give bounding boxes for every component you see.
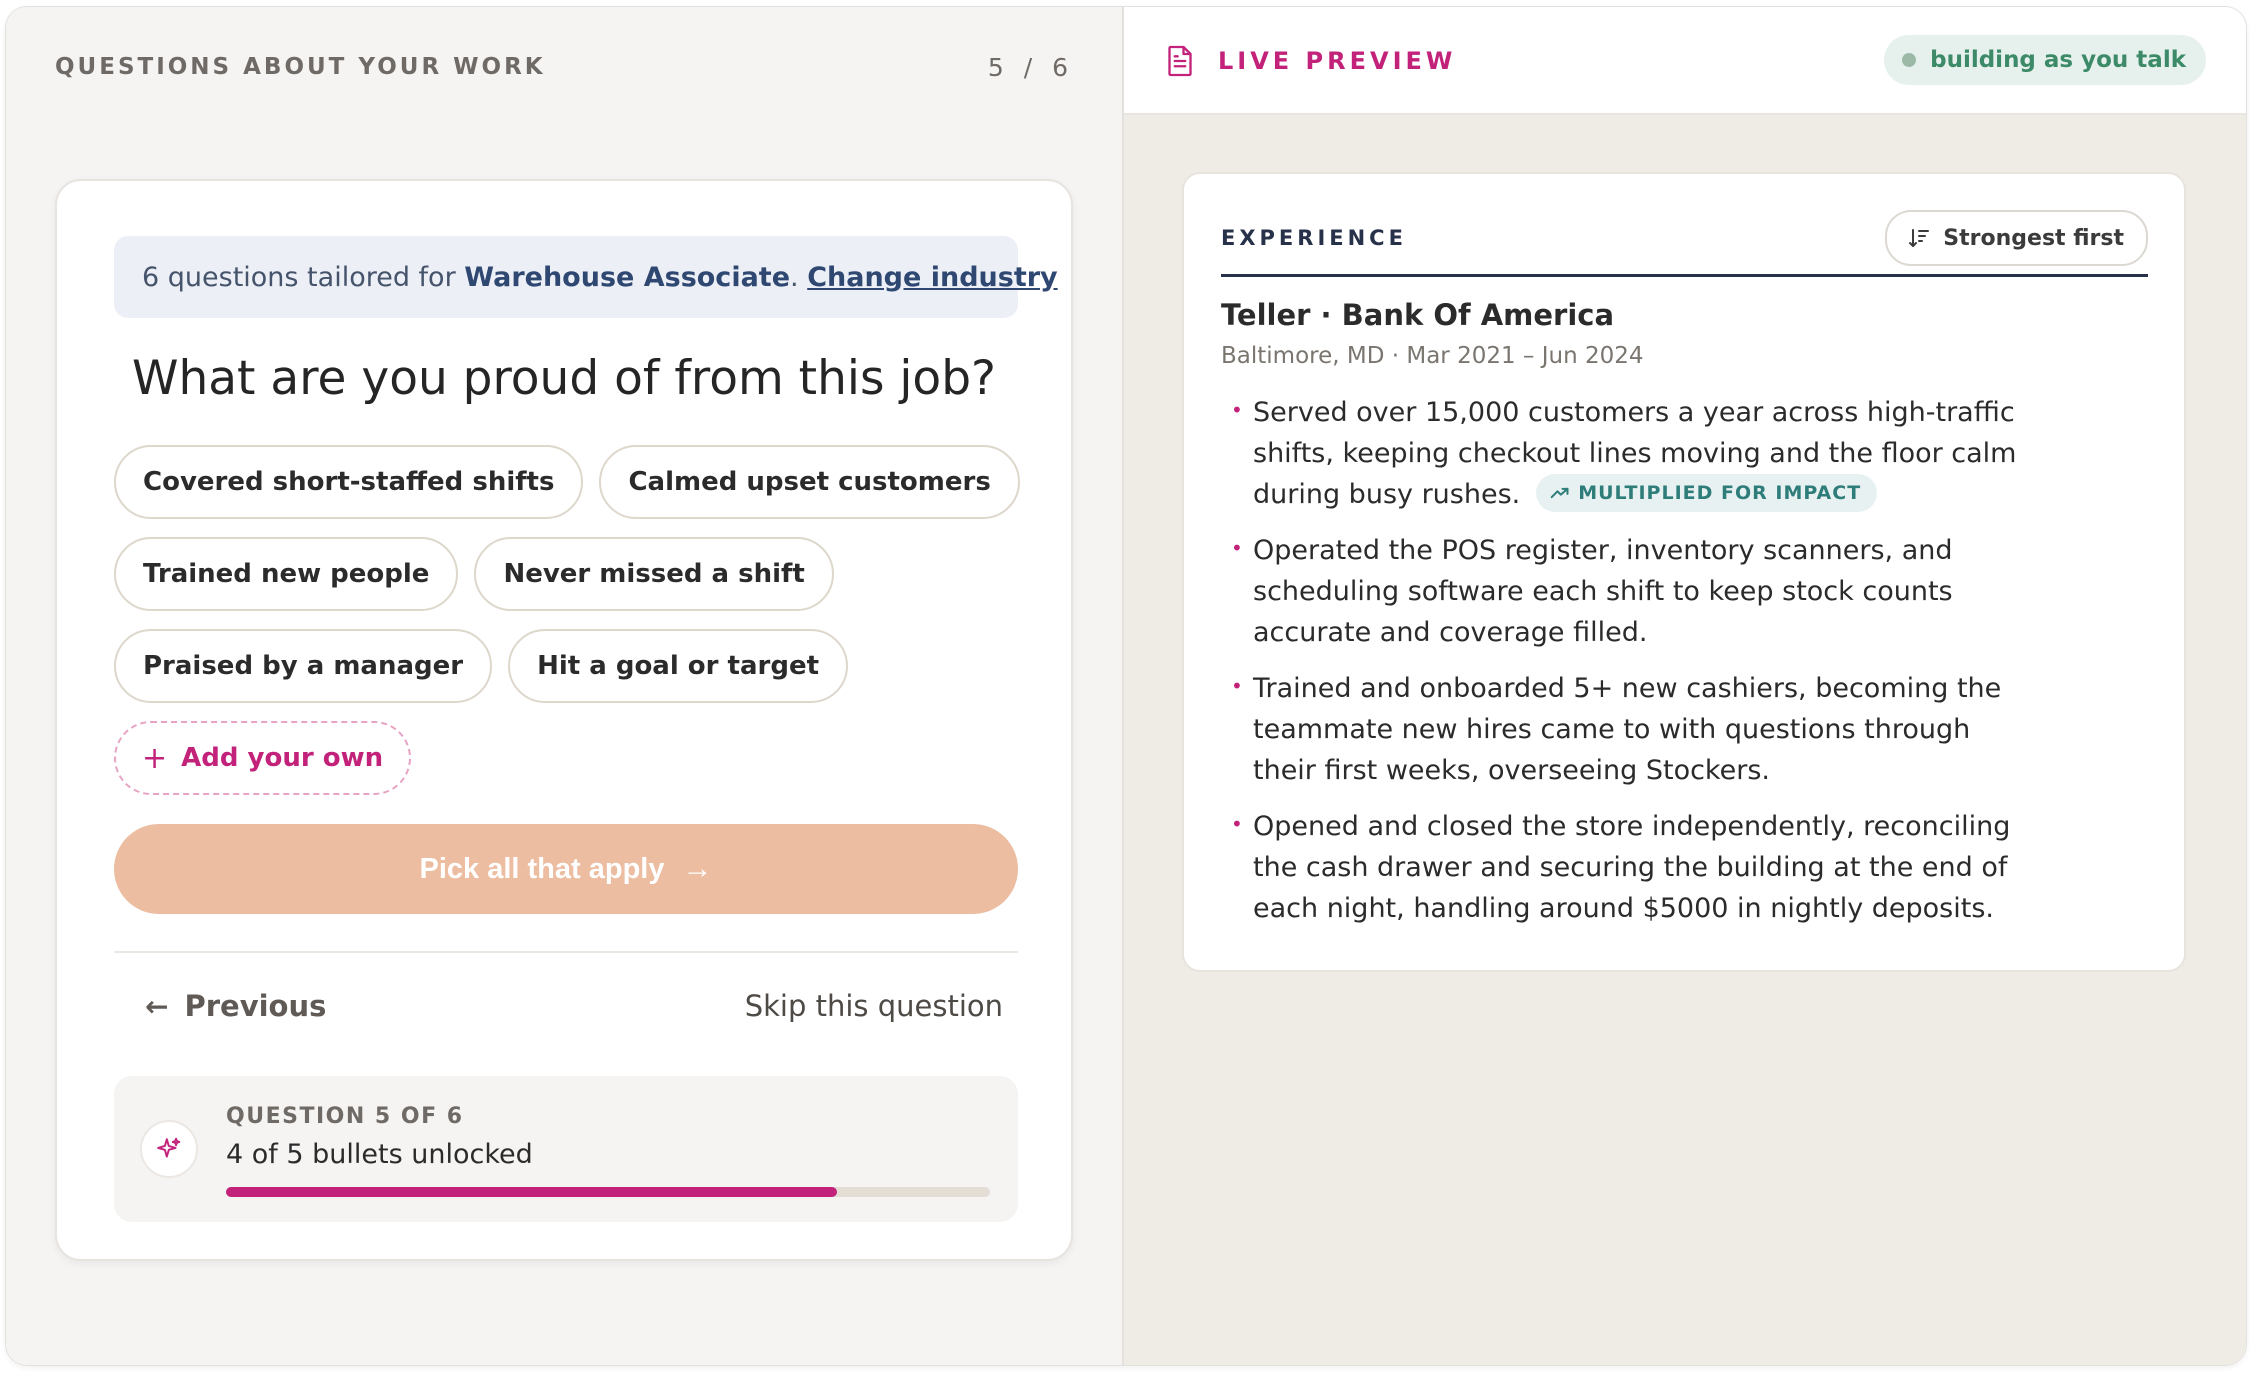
question-progress: QUESTION 5 OF 6 4 of 5 bullets unlocked xyxy=(114,1076,1018,1222)
plus-icon: + xyxy=(142,740,168,776)
sort-label: Strongest first xyxy=(1943,225,2124,251)
live-preview-label: LIVE PREVIEW xyxy=(1218,47,1457,75)
previous-label: Previous xyxy=(184,989,327,1023)
bullets-unlocked-text: 4 of 5 bullets unlocked xyxy=(226,1139,533,1170)
experience-bullets: • Served over 15,000 customers a year ac… xyxy=(1221,392,2021,944)
bullet-text: Trained and onboarded 5+ new cashiers, b… xyxy=(1253,673,2002,786)
status-badge: building as you talk xyxy=(1884,35,2206,85)
job-title: Teller · Bank Of America xyxy=(1221,298,1615,332)
chip-hit-a-goal-or-target[interactable]: Hit a goal or target xyxy=(508,629,849,703)
question-text: What are you proud of from this job? xyxy=(132,351,996,406)
status-dot-icon xyxy=(1902,53,1917,67)
app-frame: QUESTIONS ABOUT YOUR WORK 5 / 6 6 questi… xyxy=(5,6,2247,1366)
arrow-right-icon: → xyxy=(682,852,713,885)
notice-separator: . xyxy=(790,261,799,293)
questions-header: QUESTIONS ABOUT YOUR WORK 5 / 6 xyxy=(55,47,1074,87)
section-rule xyxy=(1221,274,2148,277)
pick-all-button[interactable]: Pick all that apply → xyxy=(114,824,1018,914)
progress-bar xyxy=(226,1187,990,1197)
change-industry-link[interactable]: Change industry xyxy=(807,262,1057,293)
nav-divider xyxy=(114,951,1018,953)
preview-panel: LIVE PREVIEW building as you talk EXPERI… xyxy=(1124,7,2246,1365)
pick-all-label: Pick all that apply xyxy=(419,852,665,885)
trending-up-icon xyxy=(1550,486,1570,500)
status-badge-label: building as you talk xyxy=(1930,47,2186,73)
job-meta: Baltimore, MD · Mar 2021 – Jun 2024 xyxy=(1221,343,1644,369)
step-counter: 5 / 6 xyxy=(987,52,1074,82)
impact-tag: MULTIPLIED FOR IMPACT xyxy=(1536,474,1878,512)
add-your-own-button[interactable]: + Add your own xyxy=(114,721,412,795)
live-preview-title: LIVE PREVIEW xyxy=(1166,44,1456,78)
skip-question-button[interactable]: Skip this question xyxy=(745,989,1003,1023)
experience-section-title: EXPERIENCE xyxy=(1221,226,1407,250)
answer-chips: Covered short-staffed shifts Calmed upse… xyxy=(114,445,1034,813)
list-item: • Trained and onboarded 5+ new cashiers,… xyxy=(1221,668,2021,791)
list-item: • Served over 15,000 customers a year ac… xyxy=(1221,392,2021,515)
bullet-dot-icon: • xyxy=(1231,536,1243,560)
arrow-left-icon: ← xyxy=(145,989,169,1023)
industry-name: Warehouse Associate xyxy=(464,261,791,293)
sparkle-icon xyxy=(140,1120,198,1178)
progress-bar-fill xyxy=(226,1187,838,1197)
chip-trained-new-people[interactable]: Trained new people xyxy=(114,537,459,611)
industry-notice: 6 questions tailored for Warehouse Assoc… xyxy=(114,236,1058,318)
chip-covered-short-staffed-shifts[interactable]: Covered short-staffed shifts xyxy=(114,445,584,519)
question-progress-label: QUESTION 5 OF 6 xyxy=(226,1104,464,1129)
list-item: • Operated the POS register, inventory s… xyxy=(1221,530,2021,653)
chip-praised-by-a-manager[interactable]: Praised by a manager xyxy=(114,629,493,703)
document-icon xyxy=(1166,44,1194,78)
notice-text: 6 questions tailored for xyxy=(142,261,456,293)
preview-header: LIVE PREVIEW building as you talk xyxy=(1124,7,2246,115)
sort-strongest-first-button[interactable]: Strongest first xyxy=(1885,210,2148,266)
chip-calmed-upset-customers[interactable]: Calmed upset customers xyxy=(599,445,1020,519)
questions-title: QUESTIONS ABOUT YOUR WORK xyxy=(55,54,546,80)
questions-panel: QUESTIONS ABOUT YOUR WORK 5 / 6 6 questi… xyxy=(6,7,1124,1365)
previous-button[interactable]: ← Previous xyxy=(145,989,326,1023)
bullet-dot-icon: • xyxy=(1231,674,1243,698)
chip-never-missed-a-shift[interactable]: Never missed a shift xyxy=(474,537,834,611)
bullet-dot-icon: • xyxy=(1231,812,1243,836)
bullet-dot-icon: • xyxy=(1231,398,1243,422)
bullet-text: Operated the POS register, inventory sca… xyxy=(1253,535,1953,648)
question-card: 6 questions tailored for Warehouse Assoc… xyxy=(55,179,1073,1261)
list-item: • Opened and closed the store independen… xyxy=(1221,806,2021,929)
sort-icon xyxy=(1907,226,1931,250)
add-your-own-label: Add your own xyxy=(181,743,384,773)
bullet-text: Opened and closed the store independentl… xyxy=(1253,811,2011,924)
impact-tag-label: MULTIPLIED FOR IMPACT xyxy=(1578,482,1862,504)
resume-preview-card: EXPERIENCE Strongest first Teller · Bank… xyxy=(1182,172,2186,972)
